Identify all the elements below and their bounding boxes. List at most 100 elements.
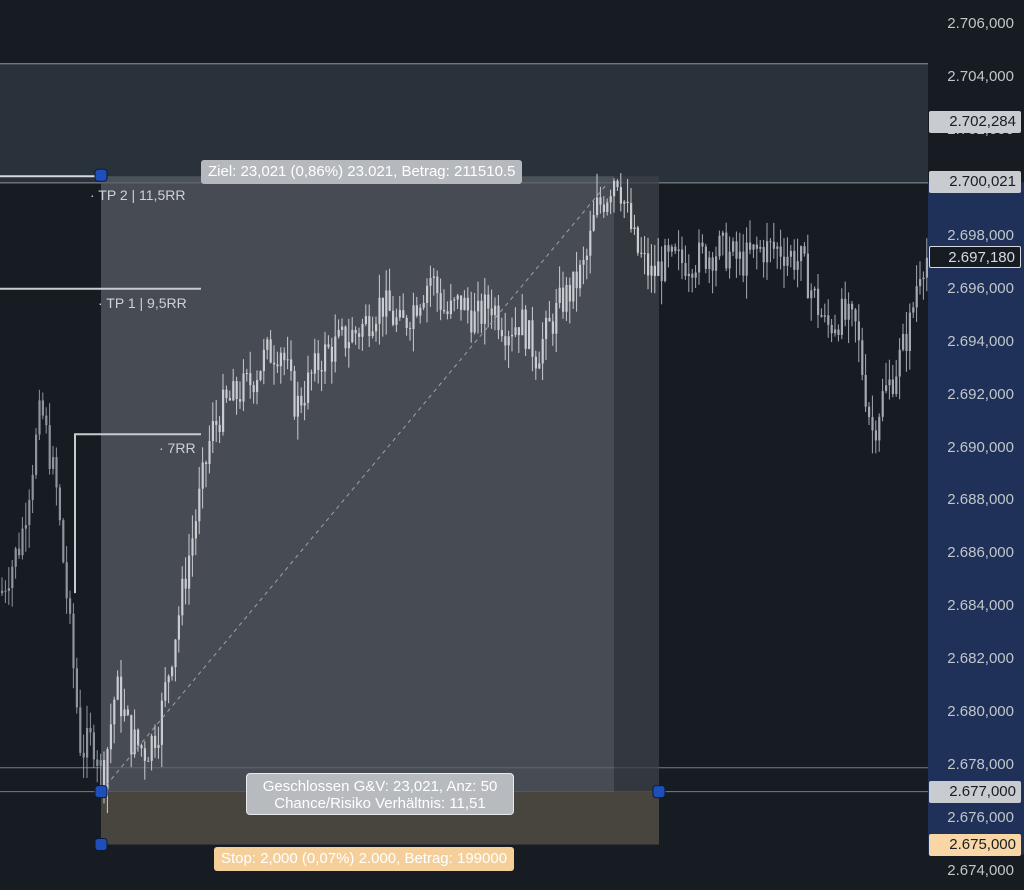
candle-body	[562, 287, 565, 312]
target-handle[interactable]	[94, 168, 108, 182]
candle-body	[851, 303, 854, 310]
candle-body	[820, 315, 823, 317]
price-tick-label: 2.698,000	[947, 226, 1014, 244]
candle-body	[45, 415, 48, 426]
candle-body	[813, 288, 816, 291]
candle-body	[596, 197, 599, 216]
candle-body	[609, 196, 612, 203]
candle-body	[834, 329, 837, 334]
candle-body	[103, 760, 106, 790]
candle-body	[7, 588, 10, 591]
candle-body	[99, 760, 102, 766]
candle-body	[150, 735, 153, 761]
candle-body	[487, 294, 490, 309]
candle-body	[664, 245, 667, 282]
candle-body	[640, 252, 643, 254]
candle-body	[878, 416, 881, 441]
candle-body	[222, 389, 225, 432]
candle-body	[844, 298, 847, 320]
candle-body	[211, 421, 214, 442]
candle-body	[4, 590, 7, 592]
candle-body	[623, 201, 626, 204]
candle-body	[432, 276, 435, 278]
candle-body	[759, 246, 762, 249]
candle-body	[868, 406, 871, 418]
candle-body	[925, 257, 928, 278]
candle-body	[470, 310, 473, 333]
candle-body	[854, 309, 857, 322]
candle-body	[296, 395, 299, 417]
candle-body	[72, 613, 75, 669]
candle-body	[337, 329, 340, 337]
candle-body	[412, 305, 415, 329]
candle-body	[691, 273, 694, 278]
candle-body	[11, 566, 14, 589]
candle-body	[874, 430, 877, 441]
stop-handle[interactable]	[94, 838, 108, 852]
price-tick-label: 2.688,000	[947, 491, 1014, 509]
candle-body	[443, 309, 446, 312]
candle-body	[324, 344, 327, 372]
candle-body	[31, 474, 34, 500]
candle-body	[721, 232, 724, 236]
candle-body	[742, 251, 745, 276]
price-chart[interactable]	[0, 0, 1024, 890]
candle-body	[524, 309, 527, 349]
candle-body	[293, 370, 296, 417]
candle-body	[188, 555, 191, 589]
width-handle[interactable]	[652, 785, 666, 799]
candle-body	[245, 373, 248, 375]
price-badge: 2.702,284	[929, 111, 1021, 134]
candle-body	[902, 333, 905, 350]
entry-handle[interactable]	[94, 785, 108, 799]
candle-body	[599, 197, 602, 205]
candle-body	[514, 327, 517, 335]
candle-body	[279, 352, 282, 367]
candle-body	[701, 242, 704, 247]
candle-body	[86, 727, 89, 758]
candle-body	[21, 528, 24, 556]
candle-body	[320, 370, 323, 372]
candle-body	[385, 290, 388, 317]
candle-body	[194, 521, 197, 539]
candle-body	[905, 333, 908, 352]
candle-body	[232, 381, 235, 401]
price-tick-label: 2.674,000	[947, 862, 1014, 879]
candle-body	[317, 353, 320, 371]
candle-body	[755, 244, 758, 249]
candle-body	[453, 299, 456, 301]
candle-body	[670, 246, 673, 252]
candle-body	[419, 307, 422, 316]
candle-body	[184, 578, 187, 589]
candle-body	[14, 548, 17, 567]
candle-body	[456, 295, 459, 300]
price-badge: 2.677,000	[929, 780, 1021, 803]
candle-body	[126, 709, 129, 716]
candle-body	[616, 180, 619, 188]
candle-body	[473, 311, 476, 333]
candle-body	[871, 417, 874, 431]
candle-body	[497, 305, 500, 331]
candle-body	[919, 279, 922, 287]
candle-body	[58, 487, 61, 521]
candle-body	[776, 246, 779, 249]
candle-body	[626, 201, 629, 204]
candle-body	[823, 315, 826, 317]
candle-body	[806, 253, 809, 299]
candle-body	[130, 715, 133, 755]
candle-body	[912, 307, 915, 313]
candle-body	[579, 264, 582, 289]
candle-body	[96, 759, 99, 766]
candle-body	[208, 441, 211, 465]
candle-body	[171, 667, 174, 677]
closed-pnl-line: Geschlossen G&V: 23,021, Anz: 50	[262, 778, 498, 795]
candle-body	[266, 339, 269, 350]
candle-body	[891, 379, 894, 395]
price-badge: 2.697,180	[929, 246, 1021, 269]
candle-body	[133, 729, 136, 755]
candle-body	[446, 311, 449, 315]
candle-body	[898, 349, 901, 377]
candle-body	[677, 249, 680, 252]
candle-body	[837, 329, 840, 335]
candle-body	[52, 457, 55, 469]
